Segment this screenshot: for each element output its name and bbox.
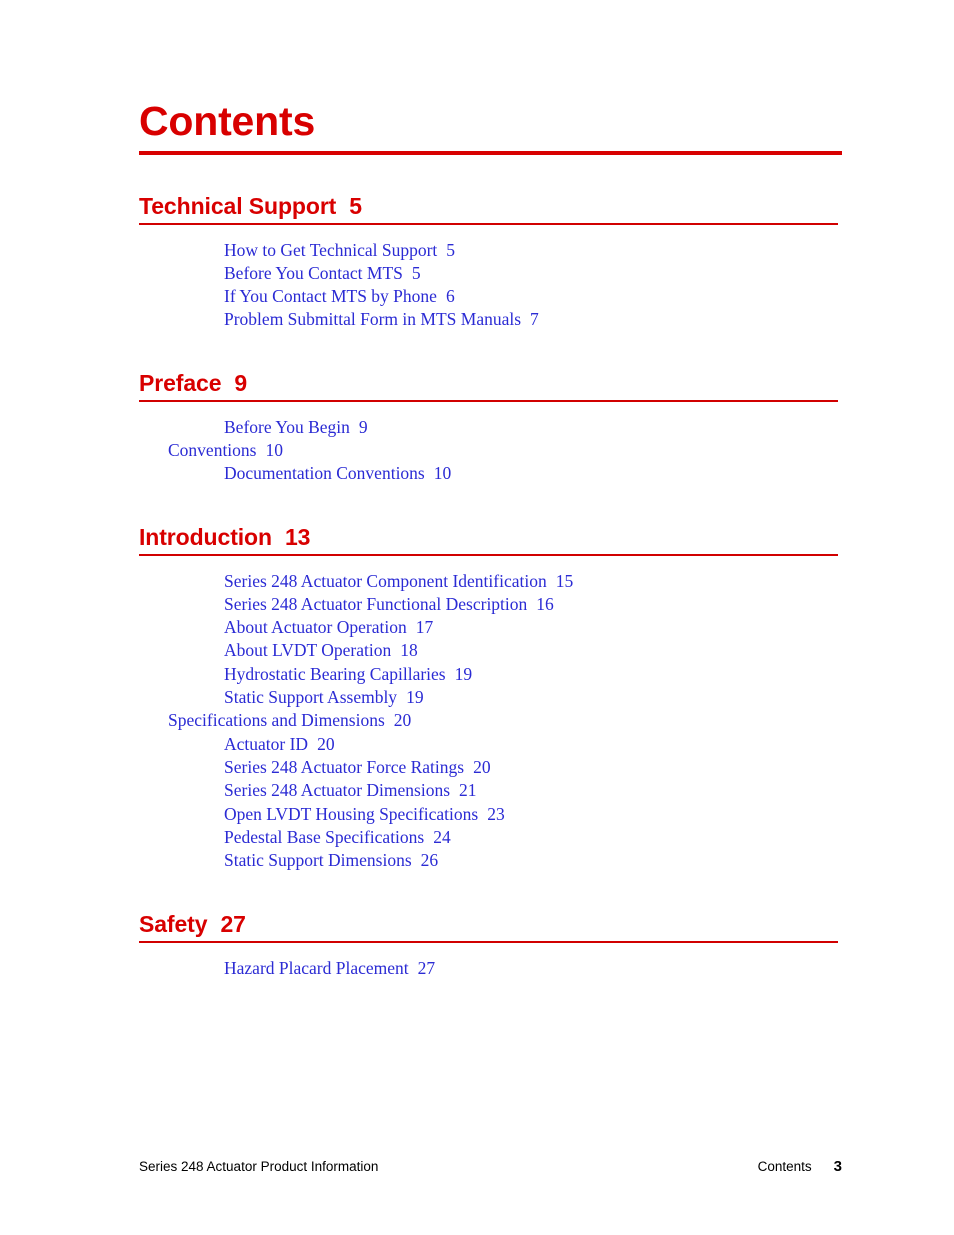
toc-entry-label: Actuator ID [224,733,309,754]
toc-entry-page: 10 [265,439,283,460]
toc-entry-label: Before You Contact MTS [224,262,403,283]
toc-entry-label: Documentation Conventions [224,463,425,484]
toc-entry-page: 7 [530,309,539,330]
toc-entry-label: Specifications and Dimensions [168,710,385,731]
toc-section-heading[interactable]: Technical Support 5 [139,193,842,219]
toc-entry-label: Series 248 Actuator Dimensions [224,780,451,801]
toc-entry[interactable]: Series 248 Actuator Functional Descripti… [139,593,842,616]
toc-entry[interactable]: About Actuator Operation 17 [139,616,842,639]
toc-entry-page: 19 [454,663,473,684]
toc-section-page: 13 [284,524,311,550]
toc-section-name: Safety [139,911,208,937]
toc-entry-page: 6 [445,286,455,307]
section-divider [139,223,838,225]
toc-section: Introduction 13 Series 248 Actuator Compon… [139,524,842,872]
toc-entry[interactable]: About LVDT Operation 18 [139,639,842,662]
toc-section-heading[interactable]: Introduction 13 [139,524,842,550]
toc-entry-label: Static Support Dimensions [224,850,412,871]
toc-entry[interactable]: Before You Begin 9 [139,416,842,439]
toc-entry-list: Hazard Placard Placement 27 [139,957,842,980]
toc-entry-list: Series 248 Actuator Component Identifica… [139,570,842,873]
toc-entry-label: If You Contact MTS by Phone [224,286,437,307]
toc-entry-page: 27 [417,957,436,978]
toc-section-page: 5 [349,193,362,219]
toc-entry[interactable]: Documentation Conventions 10 [139,462,842,485]
toc-section-heading[interactable]: Preface 9 [139,370,842,396]
toc-entry-page: 5 [411,262,421,283]
footer-document-title: Series 248 Actuator Product Information [139,1159,379,1174]
toc-entry-list: How to Get Technical Support 5 Before You … [139,239,842,332]
toc-entry-page: 16 [536,593,554,614]
page-title: Contents [139,98,316,144]
toc-entry[interactable]: Before You Contact MTS 5 [139,262,842,285]
toc-entry-label: Series 248 Actuator Component Identifica… [224,570,547,591]
page-title-block: Contents [139,98,842,155]
toc-entry[interactable]: Open LVDT Housing Specifications 23 [139,803,842,826]
toc-section-name: Introduction [139,524,272,550]
toc-entry-page: 17 [415,617,434,638]
footer-section-label: Contents [757,1159,812,1174]
toc-section: Technical Support 5 How to Get Technical S… [139,193,842,332]
toc-entry[interactable]: Conventions 10 [139,439,842,462]
toc-entry[interactable]: Hazard Placard Placement 27 [139,957,842,980]
page-footer: Series 248 Actuator Product Information … [139,1158,842,1175]
toc-entry-label: Open LVDT Housing Specifications [224,803,479,824]
toc-entry-page: 21 [459,780,477,801]
toc-entry-label: Conventions [168,439,257,460]
toc-entry-page: 23 [487,803,505,824]
toc-entry[interactable]: How to Get Technical Support 5 [139,239,842,262]
toc-entry[interactable]: Actuator ID 20 [139,733,842,756]
toc-section: Safety 27 Hazard Placard Placement 27 [139,911,842,980]
toc-entry-label: About LVDT Operation [224,640,392,661]
toc-entry[interactable]: Hydrostatic Bearing Capillaries 19 [139,663,842,686]
toc-entry-page: 15 [555,570,574,591]
toc-entry[interactable]: Series 248 Actuator Force Ratings 20 [139,756,842,779]
toc-entry-label: Series 248 Actuator Functional Descripti… [224,593,528,614]
toc-page: Contents Technical Support 5 How to Get Te… [0,0,954,1235]
toc-entry[interactable]: If You Contact MTS by Phone 6 [139,285,842,308]
toc-entry-page: 20 [393,710,412,731]
toc-entry-label: About Actuator Operation [224,617,407,638]
toc-entry[interactable]: Specifications and Dimensions 20 [139,709,842,732]
toc-entry[interactable]: Static Support Dimensions 26 [139,849,842,872]
toc-entry-page: 19 [406,687,424,708]
section-divider [139,400,838,402]
toc-entry-page: 5 [446,239,456,260]
toc-entry-page: 10 [433,463,452,484]
footer-page-number: 3 [833,1158,842,1175]
toc-entry-label: Problem Submittal Form in MTS Manuals [224,309,522,330]
toc-section-page: 27 [220,911,246,937]
toc-entry-label: Before You Begin [224,416,350,437]
title-divider [139,151,842,155]
section-divider [139,941,838,943]
toc-entry[interactable]: Series 248 Actuator Component Identifica… [139,570,842,593]
footer-page-info: Contents 3 [758,1158,842,1175]
toc-section-name: Preface [139,370,222,396]
toc-entry[interactable]: Pedestal Base Specifications 24 [139,826,842,849]
toc-entry-page: 20 [317,733,335,754]
toc-section-page: 9 [234,370,248,396]
toc-entry-page: 24 [433,826,451,847]
toc-entry-label: Pedestal Base Specifications [224,826,425,847]
toc-entry-label: Static Support Assembly [224,687,398,708]
toc-entry[interactable]: Problem Submittal Form in MTS Manuals 7 [139,308,842,331]
toc-entry-label: Hazard Placard Placement [224,957,409,978]
toc-section-heading[interactable]: Safety 27 [139,911,842,937]
toc-entry[interactable]: Static Support Assembly 19 [139,686,842,709]
toc-entry-label: Hydrostatic Bearing Capillaries [224,663,446,684]
toc-entry-label: How to Get Technical Support [224,239,438,260]
toc-entry-page: 20 [473,756,491,777]
toc-entry-page: 9 [358,416,368,437]
toc-entry-list: Before You Begin 9 Conventions 10 Documentat… [139,416,842,486]
toc-entry[interactable]: Series 248 Actuator Dimensions 21 [139,779,842,802]
toc-entry-page: 26 [420,850,439,871]
toc-entry-label: Series 248 Actuator Force Ratings [224,756,465,777]
section-divider [139,554,838,556]
toc-entry-page: 18 [400,640,418,661]
toc-section-name: Technical Support [139,193,337,219]
toc-section: Preface 9 Before You Begin 9 Conventions 10 Do… [139,370,842,485]
